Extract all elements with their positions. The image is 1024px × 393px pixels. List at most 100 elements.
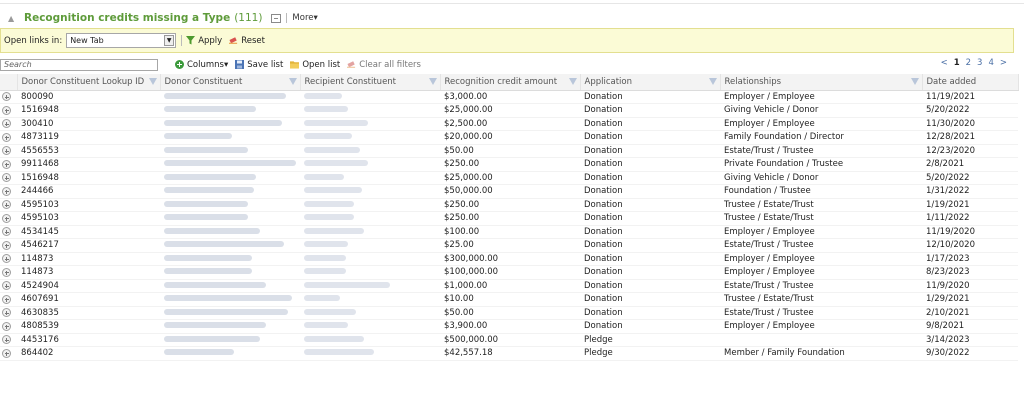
export-icon[interactable] [271, 13, 282, 23]
recognition-credit-amount-link[interactable]: $25,000.00 [440, 103, 580, 118]
recipient-constituent-cell[interactable] [300, 130, 440, 145]
expand-cell[interactable] [0, 265, 17, 280]
table-row[interactable]: 300410 $2,500.00 Donation Employer / Employ… [0, 117, 1018, 131]
expand-row-icon[interactable] [2, 348, 11, 358]
donor-constituent-cell[interactable] [160, 130, 300, 145]
expand-cell[interactable] [0, 144, 17, 158]
recipient-constituent-cell[interactable] [300, 198, 440, 212]
donor-constituent-cell[interactable] [160, 306, 300, 320]
table-row[interactable]: 114873 $100,000.00 Donation Employer / Empl… [0, 265, 1018, 280]
donor-constituent-cell[interactable] [160, 211, 300, 226]
expand-row-icon[interactable] [2, 335, 11, 345]
donor-constituent-cell[interactable] [160, 279, 300, 293]
recipient-constituent-cell[interactable] [300, 238, 440, 253]
table-row[interactable]: 1516948 $25,000.00 Donation Giving Vehicle … [0, 103, 1018, 118]
filter-funnel-icon[interactable] [288, 78, 297, 85]
expand-row-icon[interactable] [2, 159, 11, 169]
recipient-constituent-cell[interactable] [300, 319, 440, 334]
table-row[interactable]: 4595103 $250.00 Donation Trustee / Estate/T… [0, 198, 1018, 212]
recognition-credit-amount-link[interactable]: $250.00 [440, 157, 580, 172]
recipient-constituent-cell[interactable] [300, 211, 440, 226]
expand-cell[interactable] [0, 279, 17, 293]
filter-funnel-icon[interactable] [428, 78, 437, 85]
open-list-button[interactable]: Open list [290, 60, 340, 70]
column-header-lookup-id[interactable]: Donor Constituent Lookup ID [17, 74, 161, 91]
donor-constituent-cell[interactable] [160, 292, 300, 307]
recipient-constituent-cell[interactable] [300, 184, 440, 199]
recognition-credit-amount-link[interactable]: $3,000.00 [440, 90, 580, 104]
donor-constituent-cell[interactable] [160, 252, 300, 266]
apply-button[interactable]: Apply [186, 36, 222, 46]
recognition-credit-amount-link[interactable]: $100.00 [440, 225, 580, 239]
expand-cell[interactable] [0, 198, 17, 212]
table-row[interactable]: 4534145 $100.00 Donation Employer / Employe… [0, 225, 1018, 239]
donor-constituent-cell[interactable] [160, 198, 300, 212]
table-row[interactable]: 1516948 $25,000.00 Donation Giving Vehicle … [0, 171, 1018, 185]
recognition-credit-amount-link[interactable]: $25,000.00 [440, 171, 580, 185]
search-input[interactable]: Search [0, 58, 158, 71]
expand-row-icon[interactable] [2, 321, 11, 331]
expand-row-icon[interactable] [2, 281, 11, 291]
recipient-constituent-cell[interactable] [300, 292, 440, 307]
recipient-constituent-cell[interactable] [300, 333, 440, 347]
recipient-constituent-cell[interactable] [300, 90, 440, 104]
expand-cell[interactable] [0, 103, 17, 118]
page-link-3[interactable]: 3 [977, 58, 982, 68]
expand-cell[interactable] [0, 333, 17, 347]
save-list-button[interactable]: Save list [235, 60, 283, 70]
recognition-credit-amount-link[interactable]: $100,000.00 [440, 265, 580, 280]
table-row[interactable]: 4808539 $3,900.00 Donation Employer / Emplo… [0, 319, 1018, 334]
expand-row-icon[interactable] [2, 105, 11, 115]
donor-constituent-cell[interactable] [160, 117, 300, 131]
table-row[interactable]: 4630835 $50.00 Donation Estate/Trust / Trus… [0, 306, 1018, 320]
column-header-date-added[interactable]: Date added [922, 74, 1019, 91]
table-row[interactable]: 864402 $42,557.18 Pledge Member / Family Fo… [0, 346, 1018, 361]
recognition-credit-amount-link[interactable]: $25.00 [440, 238, 580, 253]
expand-cell[interactable] [0, 157, 17, 172]
recipient-constituent-cell[interactable] [300, 346, 440, 361]
table-row[interactable]: 4546217 $25.00 Donation Estate/Trust / Trus… [0, 238, 1018, 253]
expand-cell[interactable] [0, 117, 17, 131]
expand-cell[interactable] [0, 211, 17, 226]
collapse-caret-icon[interactable]: ▲ [8, 14, 18, 23]
expand-row-icon[interactable] [2, 254, 11, 264]
table-row[interactable]: 4556553 $50.00 Donation Estate/Trust / Trus… [0, 144, 1018, 158]
donor-constituent-cell[interactable] [160, 346, 300, 361]
recipient-constituent-cell[interactable] [300, 103, 440, 118]
expand-row-icon[interactable] [2, 146, 11, 156]
expand-cell[interactable] [0, 306, 17, 320]
recipient-constituent-cell[interactable] [300, 157, 440, 172]
recipient-constituent-cell[interactable] [300, 265, 440, 280]
donor-constituent-cell[interactable] [160, 144, 300, 158]
open-links-select[interactable]: New Tab ▼ [66, 33, 177, 48]
chevron-down-icon[interactable]: ▼ [164, 35, 175, 46]
recipient-constituent-cell[interactable] [300, 279, 440, 293]
expand-cell[interactable] [0, 90, 17, 104]
expand-row-icon[interactable] [2, 92, 11, 102]
column-header-amount[interactable]: Recognition credit amount [440, 74, 581, 91]
columns-button[interactable]: Columns▾ [175, 60, 228, 70]
reset-button[interactable]: Reset [229, 36, 265, 46]
expand-cell[interactable] [0, 130, 17, 145]
expand-cell[interactable] [0, 346, 17, 361]
recognition-credit-amount-link[interactable]: $500,000.00 [440, 333, 580, 347]
donor-constituent-cell[interactable] [160, 265, 300, 280]
recipient-constituent-cell[interactable] [300, 117, 440, 131]
table-row[interactable]: 9911468 $250.00 Donation Private Foundation… [0, 157, 1018, 172]
recipient-constituent-cell[interactable] [300, 171, 440, 185]
column-header-recipient[interactable]: Recipient Constituent [300, 74, 441, 91]
expand-row-icon[interactable] [2, 227, 11, 237]
table-row[interactable]: 244466 $50,000.00 Donation Foundation / Tru… [0, 184, 1018, 199]
expand-cell[interactable] [0, 184, 17, 199]
filter-funnel-icon[interactable] [708, 78, 717, 85]
table-row[interactable]: 800090 $3,000.00 Donation Employer / Employ… [0, 90, 1018, 104]
recognition-credit-amount-link[interactable]: $3,900.00 [440, 319, 580, 334]
recognition-credit-amount-link[interactable]: $50.00 [440, 144, 580, 158]
donor-constituent-cell[interactable] [160, 103, 300, 118]
recognition-credit-amount-link[interactable]: $250.00 [440, 198, 580, 212]
table-row[interactable]: 4453176 $500,000.00 Pledge 3/14/2023 [0, 333, 1018, 347]
donor-constituent-cell[interactable] [160, 171, 300, 185]
recognition-credit-amount-link[interactable]: $1,000.00 [440, 279, 580, 293]
recognition-credit-amount-link[interactable]: $10.00 [440, 292, 580, 307]
expand-row-icon[interactable] [2, 200, 11, 210]
